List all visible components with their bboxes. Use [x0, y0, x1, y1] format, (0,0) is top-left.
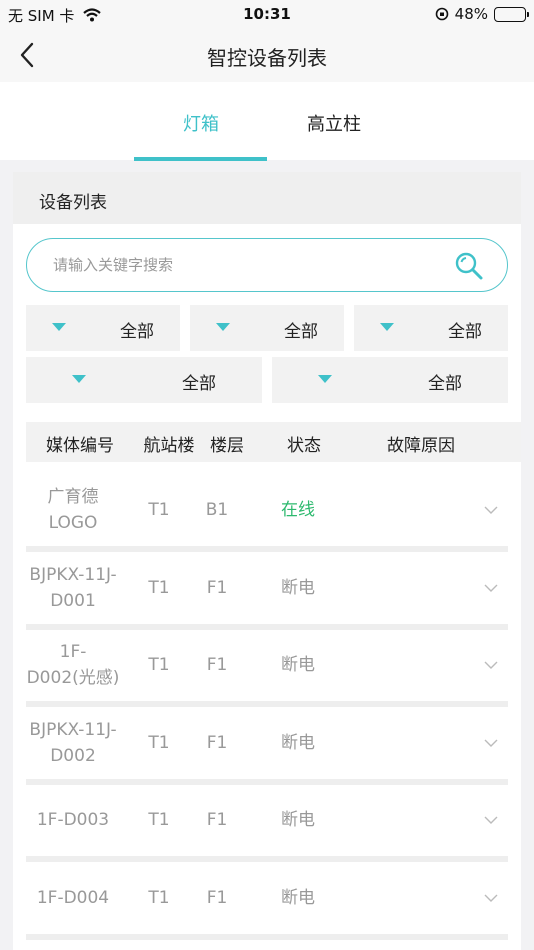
- table-row[interactable]: 广育德LOGO T1 B1 在线: [26, 474, 508, 546]
- floor-cell: B1: [205, 500, 229, 520]
- fault-reason-cell: [356, 629, 476, 701]
- status-cell: 断电: [281, 888, 315, 908]
- tab-lightbox[interactable]: 灯箱: [134, 110, 268, 136]
- floor-cell: F1: [206, 733, 228, 753]
- chevron-down-icon[interactable]: [484, 503, 498, 517]
- terminal-cell: T1: [148, 578, 170, 598]
- terminal-cell: T1: [148, 733, 170, 753]
- table-row[interactable]: BJPKX-11J-D002 T1 F1 断电: [26, 707, 508, 779]
- floor-cell: F1: [206, 655, 228, 675]
- chevron-down-icon[interactable]: [484, 736, 498, 750]
- filter-label: 全部: [428, 374, 462, 394]
- triangle-down-icon: [318, 375, 332, 383]
- battery-percent: 48%: [454, 5, 488, 23]
- terminal-cell: T1: [148, 888, 170, 908]
- chevron-down-icon[interactable]: [484, 891, 498, 905]
- tab-active-indicator: [134, 157, 267, 161]
- filter-label: 全部: [182, 374, 216, 394]
- terminal-cell: T1: [148, 810, 170, 830]
- column-header-status: 状态: [287, 436, 321, 456]
- table-header: 媒体编号 航站楼 楼层 状态 故障原因: [26, 422, 521, 462]
- status-cell: 断电: [281, 578, 315, 598]
- filter-dropdown-2[interactable]: 全部: [190, 305, 344, 351]
- media-id-cell: 广育德LOGO: [47, 487, 99, 533]
- fault-reason-cell: [356, 552, 476, 624]
- chevron-down-icon[interactable]: [484, 813, 498, 827]
- media-id-cell: 1F-D004: [36, 888, 110, 908]
- filter-dropdown-3[interactable]: 全部: [354, 305, 508, 351]
- status-cell: 断电: [281, 733, 315, 753]
- triangle-down-icon: [52, 323, 66, 331]
- chevron-down-icon[interactable]: [484, 658, 498, 672]
- filter-label: 全部: [120, 322, 154, 342]
- table-row[interactable]: BJPKX-11J-D001 T1 F1 断电: [26, 552, 508, 624]
- media-id-cell: 1F-D002(光感): [26, 642, 120, 688]
- search-icon[interactable]: [453, 250, 485, 282]
- status-cell: 断电: [281, 655, 315, 675]
- filter-dropdown-4[interactable]: 全部: [26, 357, 262, 403]
- status-cell: 在线: [281, 500, 315, 520]
- search-input[interactable]: [53, 253, 433, 277]
- status-bar: 无 SIM 卡 10:31 48%: [0, 0, 534, 30]
- battery-icon: [494, 6, 529, 22]
- triangle-down-icon: [72, 375, 86, 383]
- table-row[interactable]: 1F-D003 T1 F1 断电: [26, 784, 508, 856]
- fault-reason-cell: [356, 862, 476, 934]
- filter-dropdown-1[interactable]: 全部: [26, 305, 180, 351]
- device-list-card: 设备列表 全部 全部 全部 全部 全部 媒体编号 航站楼 楼层 状态 故障原因 …: [13, 172, 521, 950]
- chevron-down-icon[interactable]: [484, 581, 498, 595]
- column-header-fault-reason: 故障原因: [387, 436, 455, 456]
- media-id-cell: BJPKX-11J-D002: [29, 720, 117, 766]
- column-header-floor: 楼层: [210, 436, 244, 456]
- column-header-media-id: 媒体编号: [46, 436, 114, 456]
- status-cell: 断电: [281, 810, 315, 830]
- media-id-cell: BJPKX-11J-D001: [29, 565, 117, 611]
- orientation-lock-icon: [435, 7, 448, 21]
- row-divider: [26, 934, 508, 940]
- page-title: 智控设备列表: [207, 46, 327, 70]
- fault-reason-cell: [356, 707, 476, 779]
- terminal-cell: T1: [148, 500, 170, 520]
- media-id-cell: 1F-D003: [36, 810, 110, 830]
- column-header-terminal: 航站楼: [143, 436, 195, 456]
- terminal-cell: T1: [148, 655, 170, 675]
- tab-tall-pillar[interactable]: 高立柱: [267, 110, 401, 136]
- floor-cell: F1: [206, 888, 228, 908]
- tab-bar: 灯箱 高立柱: [0, 82, 534, 161]
- floor-cell: F1: [206, 578, 228, 598]
- search-box[interactable]: [26, 238, 508, 292]
- triangle-down-icon: [380, 323, 394, 331]
- filter-dropdown-5[interactable]: 全部: [272, 357, 508, 403]
- triangle-down-icon: [216, 323, 230, 331]
- floor-cell: F1: [206, 810, 228, 830]
- fault-reason-cell: [356, 474, 476, 546]
- fault-reason-cell: [356, 784, 476, 856]
- table-row[interactable]: 1F-D004 T1 F1 断电: [26, 862, 508, 934]
- table-row[interactable]: 1F-D002(光感) T1 F1 断电: [26, 629, 508, 701]
- filter-label: 全部: [448, 322, 482, 342]
- filter-label: 全部: [284, 322, 318, 342]
- nav-bar: 智控设备列表: [0, 30, 534, 82]
- section-title: 设备列表: [13, 172, 521, 224]
